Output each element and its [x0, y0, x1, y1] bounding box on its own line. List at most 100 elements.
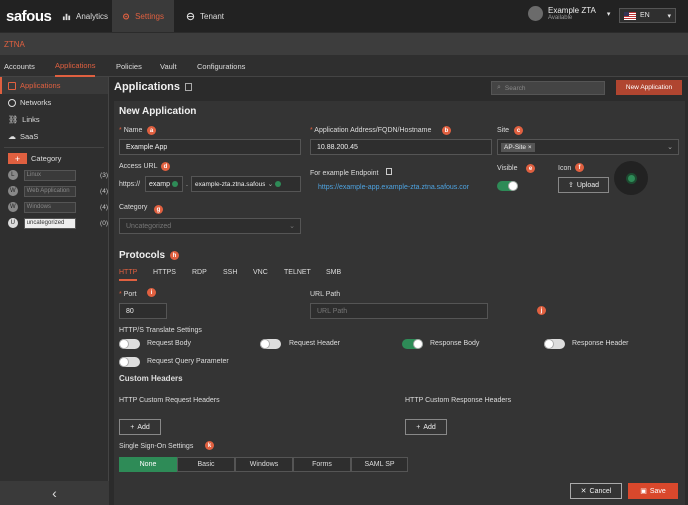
new-application-button[interactable]: New Application	[616, 80, 682, 95]
access-domain-select[interactable]: example-zta.ztna.safous ⌄	[191, 176, 301, 192]
tab-configurations[interactable]: Configurations	[197, 55, 245, 77]
applications-icon	[8, 81, 16, 90]
visible-toggle[interactable]	[497, 181, 518, 191]
valid-dot-icon	[172, 181, 179, 187]
translate-settings-label: HTTP/S Translate Settings	[119, 327, 202, 334]
gear-icon	[123, 12, 130, 20]
tab-policies[interactable]: Policies	[116, 55, 142, 77]
access-url-label: Access URL	[119, 163, 158, 170]
user-menu[interactable]: Example ZTA Available ▾	[528, 6, 610, 21]
site-select[interactable]: AP-Site × ⌄	[497, 139, 679, 155]
page-title: Applications	[114, 81, 193, 93]
endpoint-label: For example Endpoint	[310, 168, 393, 177]
category-select[interactable]: Uncategorized ⌄	[119, 218, 301, 234]
add-category-button[interactable]: +	[8, 153, 27, 164]
response-headers-label: HTTP Custom Response Headers	[405, 397, 512, 404]
tab-telnet[interactable]: TELNET	[284, 269, 311, 281]
tab-smb[interactable]: SMB	[326, 269, 341, 281]
category-row-windows[interactable]: W Windows (4)	[0, 199, 108, 215]
endpoint-link[interactable]: https://example-app.example-zta.ztna.saf…	[318, 184, 469, 191]
main-content: Applications ⌕ Search New Application Ne…	[110, 77, 688, 505]
response-header-label: Response Header	[572, 340, 629, 347]
response-body-toggle[interactable]	[402, 339, 423, 349]
access-prefix: https://	[119, 181, 141, 188]
sso-option-saml-sp[interactable]: SAML SP	[351, 457, 408, 472]
upload-button[interactable]: ⇪ Upload	[558, 177, 609, 193]
tab-ssh[interactable]: SSH	[223, 269, 237, 281]
sidebar-item-saas[interactable]: ☁ SaaS	[0, 128, 108, 145]
address-label: * Application Address/FQDN/Hostname	[310, 127, 432, 134]
icon-placeholder-dot	[627, 174, 635, 182]
category-header: + Category	[0, 150, 108, 167]
user-status: Available	[548, 15, 573, 21]
access-subdomain-input[interactable]: examp	[145, 176, 183, 192]
request-header-toggle[interactable]	[260, 339, 281, 349]
safous-logo[interactable]: safous	[6, 6, 52, 26]
marker-a: a	[147, 126, 156, 135]
tab-applications[interactable]: Applications	[55, 55, 96, 77]
protocols-heading: Protocols	[119, 250, 166, 261]
marker-f: f	[575, 163, 584, 172]
address-input[interactable]: 10.88.200.45	[310, 139, 492, 155]
category-row-web-application[interactable]: W Web Application (4)	[0, 183, 108, 199]
nav-settings[interactable]: Settings	[112, 0, 174, 32]
request-body-label: Request Body	[147, 340, 191, 347]
cancel-button[interactable]: ✕ Cancel	[570, 483, 622, 499]
save-icon: ▣	[640, 488, 647, 495]
sidebar-item-networks[interactable]: Networks	[0, 94, 108, 111]
sso-label: Single Sign-On Settings	[119, 443, 194, 450]
sidebar: Applications Networks ⛓ Links ☁ SaaS + C…	[0, 77, 109, 505]
marker-g: g	[154, 205, 163, 214]
sidebar-item-links[interactable]: ⛓ Links	[0, 111, 108, 128]
collapse-sidebar-button[interactable]: ‹	[0, 481, 109, 505]
chevron-down-icon: ▾	[606, 10, 611, 18]
marker-i: i	[147, 288, 156, 297]
marker-j: j	[537, 306, 546, 315]
nav-tenant[interactable]: Tenant	[176, 0, 234, 32]
top-bar: safous Analytics Settings Tenant Example…	[0, 0, 688, 32]
port-input[interactable]: 80	[119, 303, 167, 319]
sidebar-item-applications[interactable]: Applications	[0, 77, 108, 94]
us-flag-icon	[624, 11, 636, 20]
tab-https[interactable]: HTTPS	[153, 269, 176, 281]
sso-option-forms[interactable]: Forms	[293, 457, 351, 472]
request-body-toggle[interactable]	[119, 339, 140, 349]
url-path-input[interactable]: URL Path	[310, 303, 488, 319]
sso-option-windows[interactable]: Windows	[235, 457, 293, 472]
document-icon[interactable]	[185, 83, 193, 91]
add-request-header-button[interactable]: + Add	[119, 419, 161, 435]
plus-icon: +	[416, 423, 421, 431]
chevron-down-icon: ⌄	[267, 181, 274, 188]
search-icon: ⌕	[497, 84, 501, 91]
remove-tag-icon[interactable]: ×	[528, 144, 532, 151]
language-select[interactable]: EN ▾	[619, 8, 676, 23]
category-row-uncategorized[interactable]: U uncategorized (0)	[0, 215, 108, 231]
search-input[interactable]: ⌕ Search	[491, 81, 605, 95]
cloud-icon: ☁	[8, 132, 16, 141]
sso-option-basic[interactable]: Basic	[177, 457, 235, 472]
link-icon: ⛓	[8, 115, 19, 124]
tab-accounts[interactable]: Accounts	[4, 55, 35, 77]
save-button[interactable]: ▣ Save	[628, 483, 678, 499]
chevron-down-icon: ⌄	[289, 223, 295, 230]
valid-dot-icon	[275, 181, 282, 187]
response-body-label: Response Body	[430, 340, 480, 347]
request-query-label: Request Query Parameter	[147, 358, 229, 365]
category-row-linux[interactable]: L Linux (3)	[0, 167, 108, 183]
icon-label: Icon	[558, 165, 572, 172]
nav-analytics[interactable]: Analytics	[52, 0, 118, 32]
tab-vault[interactable]: Vault	[160, 55, 177, 77]
request-query-toggle[interactable]	[119, 357, 140, 367]
tab-vnc[interactable]: VNC	[253, 269, 268, 281]
copy-icon[interactable]	[386, 168, 393, 175]
name-input[interactable]: Example App	[119, 139, 301, 155]
response-header-toggle[interactable]	[544, 339, 565, 349]
sso-option-none[interactable]: None	[119, 457, 177, 472]
close-icon: ✕	[580, 488, 587, 495]
visible-label: Visible	[497, 165, 518, 172]
tab-rdp[interactable]: RDP	[192, 269, 207, 281]
chevron-left-icon: ‹	[52, 485, 57, 501]
tab-http[interactable]: HTTP	[119, 269, 138, 281]
add-response-header-button[interactable]: + Add	[405, 419, 447, 435]
chevron-down-icon: ▾	[667, 12, 671, 20]
